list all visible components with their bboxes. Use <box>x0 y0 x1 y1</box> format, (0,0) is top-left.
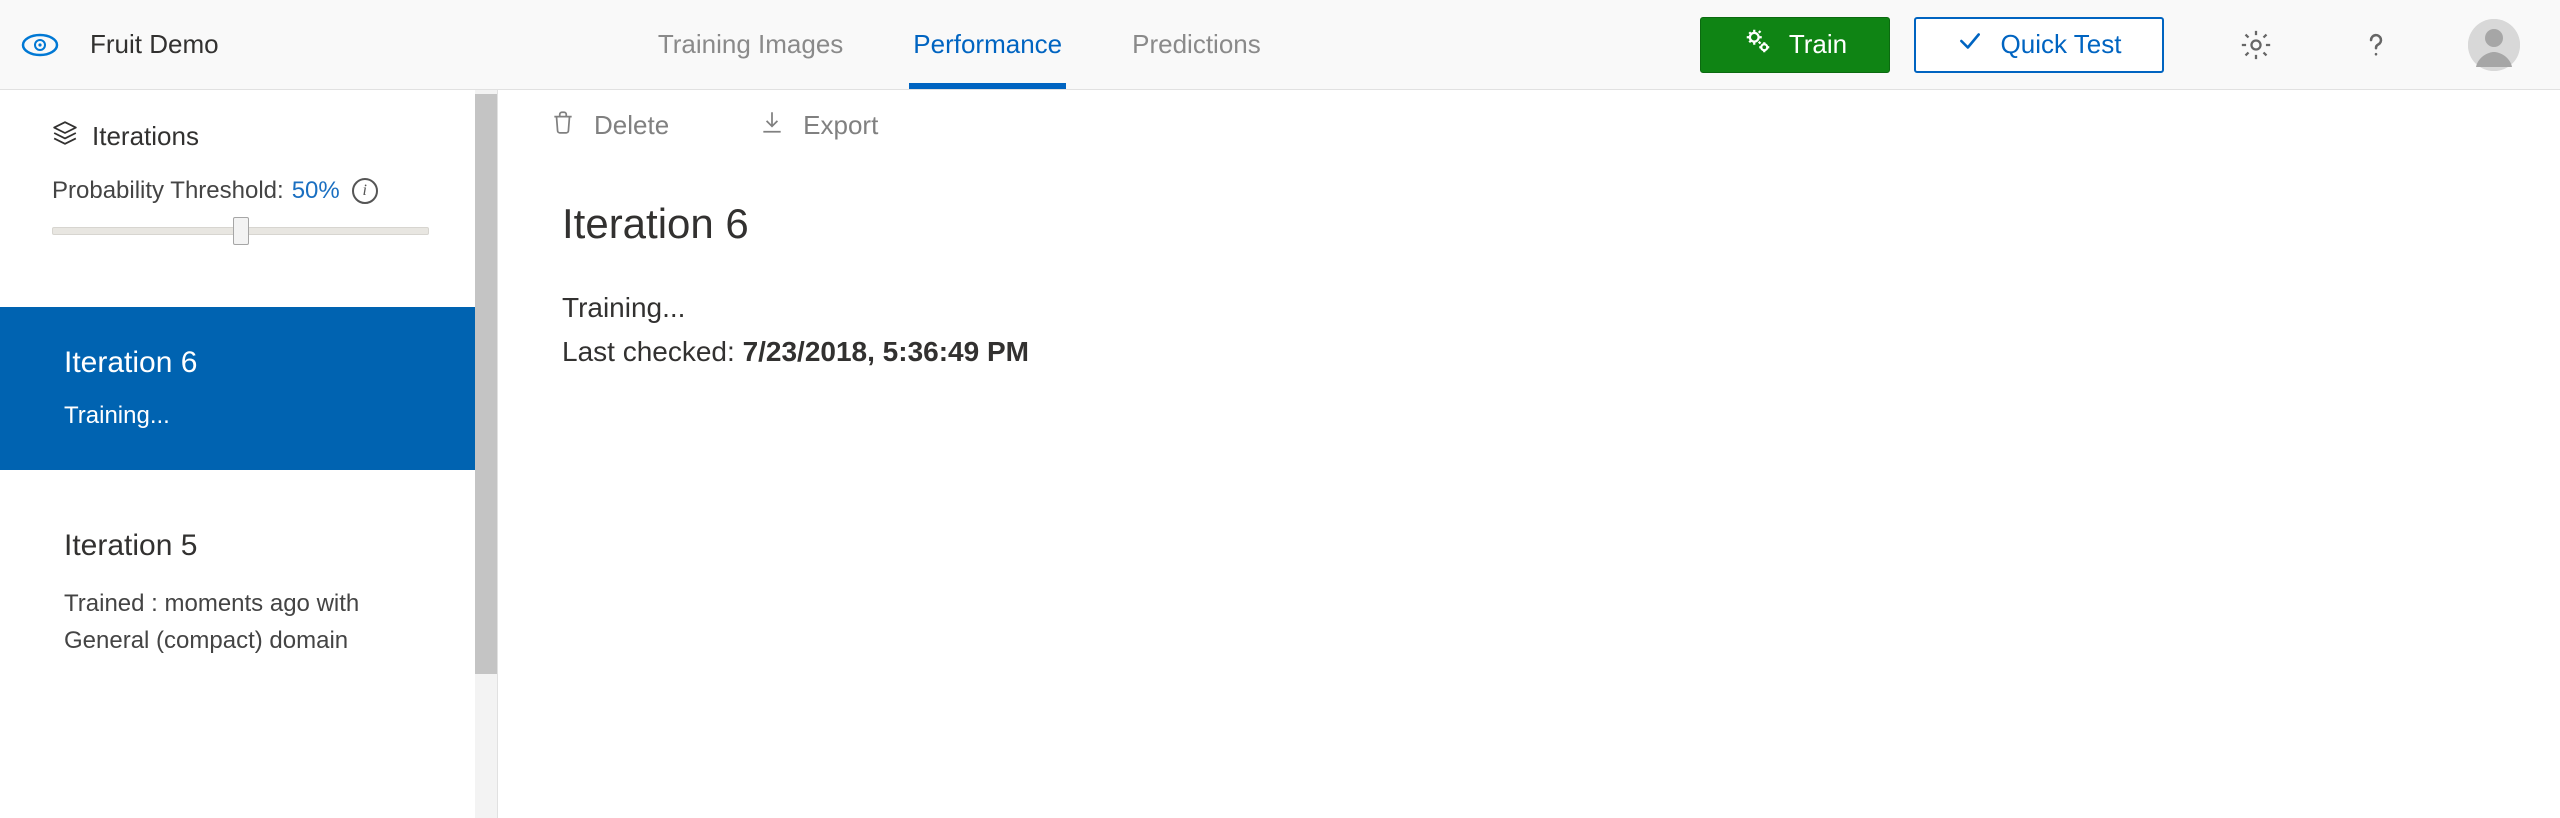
iterations-sidebar: Iterations Probability Threshold: 50% i … <box>0 90 498 818</box>
export-button[interactable]: Export <box>759 109 878 142</box>
top-nav: Training Images Performance Predictions <box>219 0 1700 89</box>
iteration-title: Iteration 6 <box>562 200 2560 248</box>
delete-label: Delete <box>594 110 669 141</box>
settings-icon[interactable] <box>2228 17 2284 73</box>
body: Iterations Probability Threshold: 50% i … <box>0 90 2560 818</box>
training-status: Training... <box>562 292 2560 324</box>
iteration-item-status: Training... <box>64 402 423 430</box>
iteration-item-title: Iteration 6 <box>64 346 423 380</box>
help-icon[interactable] <box>2348 17 2404 73</box>
header-actions: Train Quick Test <box>1700 17 2520 73</box>
threshold-value: 50% <box>292 177 340 205</box>
download-icon <box>759 109 785 142</box>
slider-thumb[interactable] <box>233 217 249 245</box>
probability-threshold: Probability Threshold: 50% i <box>0 177 475 259</box>
eye-logo-icon <box>20 25 60 65</box>
delete-button[interactable]: Delete <box>550 109 669 142</box>
scrollbar-thumb[interactable] <box>475 94 497 674</box>
iteration-item-5[interactable]: Iteration 5 Trained : moments ago with G… <box>0 490 475 699</box>
last-checked-line: Last checked: 7/23/2018, 5:36:49 PM <box>562 336 2560 368</box>
tab-training-images[interactable]: Training Images <box>658 0 843 89</box>
iteration-item-6[interactable]: Iteration 6 Training... <box>0 307 475 470</box>
train-button-label: Train <box>1789 29 1847 60</box>
app-header: Fruit Demo Training Images Performance P… <box>0 0 2560 90</box>
quick-test-button[interactable]: Quick Test <box>1914 17 2164 73</box>
sidebar-scrollbar[interactable] <box>475 90 497 818</box>
train-button[interactable]: Train <box>1700 17 1890 73</box>
tab-performance[interactable]: Performance <box>913 0 1062 89</box>
iteration-toolbar: Delete Export <box>498 90 2560 160</box>
stack-icon <box>52 120 78 153</box>
sidebar-header: Iterations <box>0 90 475 177</box>
gears-icon <box>1743 26 1773 63</box>
export-label: Export <box>803 110 878 141</box>
quick-test-label: Quick Test <box>2001 29 2122 60</box>
iteration-content: Iteration 6 Training... Last checked: 7/… <box>498 160 2560 368</box>
last-checked-label: Last checked: <box>562 336 743 367</box>
user-avatar[interactable] <box>2468 19 2520 71</box>
checkmark-icon <box>1957 28 1983 61</box>
brand[interactable]: Fruit Demo <box>20 25 219 65</box>
threshold-slider[interactable] <box>52 221 429 239</box>
tab-predictions[interactable]: Predictions <box>1132 0 1261 89</box>
project-name: Fruit Demo <box>90 29 219 60</box>
trash-icon <box>550 109 576 142</box>
iteration-item-status: Trained : moments ago with General (comp… <box>64 585 364 659</box>
main-panel: Delete Export Iteration 6 Training... La… <box>498 90 2560 818</box>
sidebar-header-label: Iterations <box>92 121 199 152</box>
threshold-label: Probability Threshold: <box>52 177 284 205</box>
info-icon[interactable]: i <box>352 178 378 204</box>
iteration-item-title: Iteration 5 <box>64 529 423 563</box>
last-checked-value: 7/23/2018, 5:36:49 PM <box>743 336 1029 367</box>
